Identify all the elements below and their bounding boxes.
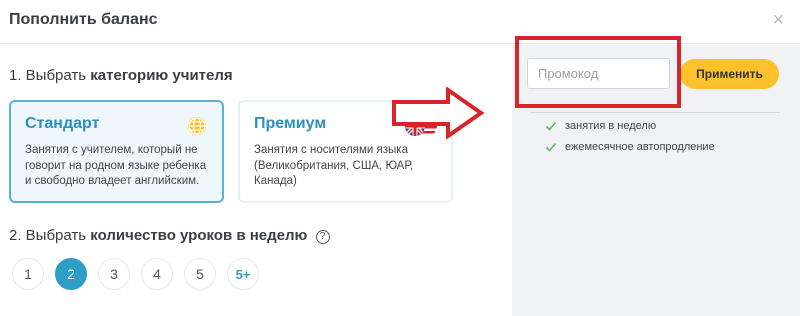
feature-label: занятия в неделю	[565, 120, 657, 132]
lesson-option-4[interactable]: 4	[141, 258, 173, 290]
help-icon[interactable]: ?	[315, 230, 330, 244]
step2-heading: 2. Выбрать количество уроков в неделю ?	[9, 227, 330, 244]
step2-bold: количество уроков в неделю	[90, 227, 308, 244]
apply-button[interactable]: Применить	[680, 59, 779, 89]
card-desc-premium: Занятия с носителями языка (Великобритан…	[254, 144, 414, 187]
close-icon[interactable]: ×	[772, 10, 784, 30]
dialog-title: Пополнить баланс	[9, 11, 158, 28]
lesson-option-5[interactable]: 5	[184, 258, 216, 290]
check-icon	[545, 121, 557, 131]
feature-item: ежемесячное автопродление	[545, 141, 715, 153]
card-title-standard: Стандарт	[25, 115, 100, 132]
feature-label: ежемесячное автопродление	[565, 141, 715, 153]
lesson-option-3[interactable]: 3	[98, 258, 130, 290]
selection-panel: 1. Выбрать категорию учителя Стандарт За…	[0, 45, 512, 316]
lesson-option-2[interactable]: 2	[55, 258, 87, 290]
globe-icon	[188, 117, 206, 135]
step2-prefix: 2. Выбрать	[9, 227, 87, 244]
lesson-option-1[interactable]: 1	[12, 258, 44, 290]
feature-item: занятия в неделю	[545, 120, 656, 132]
lessons-per-week-selector: 1 2 3 4 5 5+	[12, 258, 259, 290]
divider	[530, 112, 780, 113]
check-icon	[545, 142, 557, 152]
annotation-highlight-box	[515, 36, 681, 108]
annotation-arrow-icon	[392, 87, 485, 139]
category-card-standard[interactable]: Стандарт Занятия с учителем, который не …	[9, 100, 224, 203]
lesson-option-5-plus[interactable]: 5+	[227, 258, 259, 290]
step1-heading: 1. Выбрать категорию учителя	[9, 67, 233, 84]
step1-bold: категорию учителя	[90, 67, 233, 84]
card-desc-standard: Занятия с учителем, который не говорит н…	[25, 144, 207, 187]
step1-prefix: 1. Выбрать	[9, 67, 87, 84]
